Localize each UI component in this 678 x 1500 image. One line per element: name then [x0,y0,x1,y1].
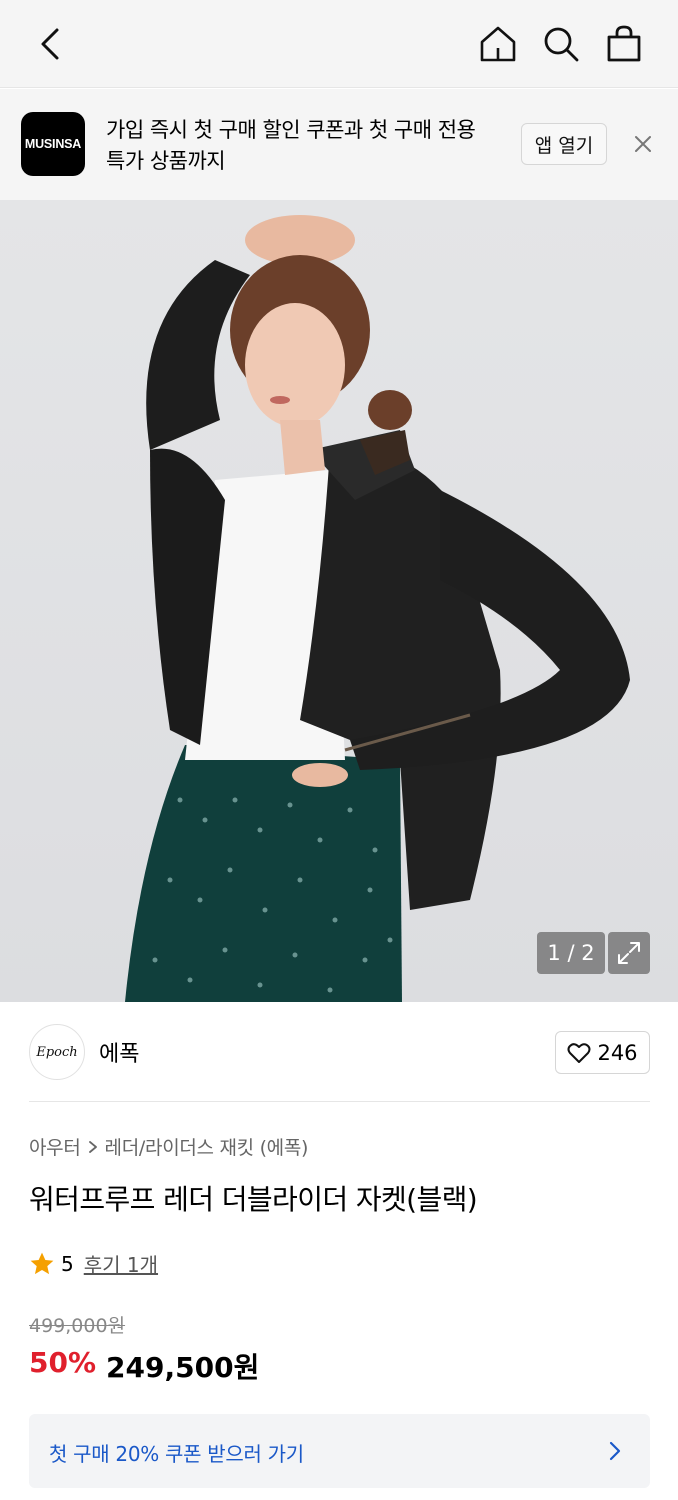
rating-row: 5 후기 1개 [29,1249,158,1278]
brand-name[interactable]: 에폭 [99,1036,139,1068]
coupon-button[interactable]: 첫 구매 20% 쿠폰 받으러 가기 [29,1414,650,1488]
chevron-right-icon [88,1140,97,1153]
brand-row: Epoch 에폭 246 [0,1002,678,1102]
close-banner-button[interactable] [630,131,656,157]
brand-logo[interactable]: Epoch [29,1024,85,1080]
banner-message: 가입 즉시 첫 구매 할인 쿠폰과 첫 구매 전용 특가 상품까지 [106,115,506,177]
breadcrumb-item-outer[interactable]: 아우터 [29,1133,81,1160]
chevron-right-icon [609,1441,621,1461]
expand-image-button[interactable] [608,932,650,974]
model-photo-illustration [125,215,630,1002]
shopping-bag-icon [607,25,641,62]
discount-rate: 50% [29,1346,97,1379]
home-button[interactable] [472,18,524,70]
like-button[interactable]: 246 [555,1031,650,1074]
banner-message-line2: 특가 상품까지 [106,149,226,173]
review-link[interactable]: 후기 1개 [84,1249,158,1278]
top-nav-bar [0,0,678,88]
like-count: 246 [597,1040,638,1065]
open-app-button[interactable]: 앱 열기 [521,123,607,165]
rating-score: 5 [61,1251,74,1276]
chevron-left-icon [41,28,59,60]
expand-icon [618,942,640,964]
musinsa-logo: MUSINSA [21,112,85,176]
cart-button[interactable] [598,18,650,70]
coupon-label: 첫 구매 20% 쿠폰 받으러 가기 [49,1442,304,1466]
home-icon [480,26,516,62]
search-icon [544,27,579,62]
breadcrumb-item-category[interactable]: 레더/라이더스 재킷 (에폭) [105,1133,309,1160]
image-counter: 1 / 2 [537,932,605,974]
sale-price: 249,500원 [106,1351,260,1384]
divider [29,1101,650,1102]
app-install-banner: MUSINSA 가입 즉시 첫 구매 할인 쿠폰과 첫 구매 전용 특가 상품까… [0,89,678,200]
back-button[interactable] [24,18,76,70]
heart-icon [567,1042,591,1063]
breadcrumb: 아우터 레더/라이더스 재킷 (에폭) [29,1133,308,1160]
price-row: 50% 249,500원 [29,1346,259,1386]
original-price: 499,000원 [29,1315,126,1337]
product-image[interactable] [0,200,678,1002]
star-icon [30,1252,54,1274]
close-icon [635,136,651,152]
product-title: 워터프루프 레더 더블라이더 자켓(블랙) [29,1183,478,1216]
search-button[interactable] [535,18,587,70]
banner-message-line1: 가입 즉시 첫 구매 할인 쿠폰과 첫 구매 전용 [106,118,476,142]
